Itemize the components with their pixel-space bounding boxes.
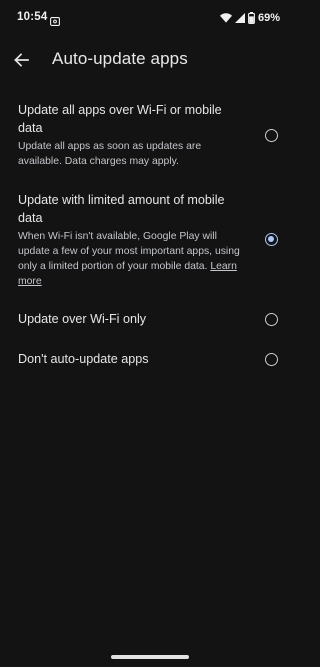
back-button[interactable]	[8, 47, 34, 73]
option-title: Update with limited amount of mobile dat…	[18, 193, 225, 225]
radio-button[interactable]	[265, 129, 278, 142]
radio-button[interactable]	[265, 313, 278, 326]
option-title: Update all apps over Wi-Fi or mobile dat…	[18, 103, 222, 135]
arrow-back-icon	[14, 53, 29, 67]
status-bar: 10:54 69%	[0, 0, 300, 36]
home-indicator[interactable]	[111, 655, 189, 659]
option-title: Update over Wi-Fi only	[18, 312, 147, 326]
option-description: When Wi-Fi isn't available, Google Play …	[18, 229, 240, 289]
option-update-wifi-only[interactable]: Update over Wi-Fi only	[18, 310, 282, 328]
signal-icon	[234, 13, 245, 23]
app-bar: Auto-update apps	[0, 40, 300, 80]
option-update-wifi-or-mobile[interactable]: Update all apps over Wi-Fi or mobile dat…	[18, 101, 282, 169]
option-title: Don't auto-update apps	[18, 352, 149, 366]
status-time: 10:54	[17, 11, 48, 23]
cast-icon	[50, 13, 60, 26]
option-dont-auto-update[interactable]: Don't auto-update apps	[18, 350, 282, 368]
page-title: Auto-update apps	[52, 49, 188, 68]
radio-button-selected[interactable]	[265, 233, 278, 246]
battery-icon	[248, 12, 255, 24]
option-update-limited-mobile[interactable]: Update with limited amount of mobile dat…	[18, 191, 282, 289]
radio-button[interactable]	[265, 353, 278, 366]
option-description-text: When Wi-Fi isn't available, Google Play …	[18, 231, 240, 272]
wifi-icon	[219, 13, 232, 23]
status-icons: 69%	[219, 11, 280, 25]
option-description: Update all apps as soon as updates are a…	[18, 141, 202, 167]
battery-percent: 69%	[257, 12, 280, 24]
